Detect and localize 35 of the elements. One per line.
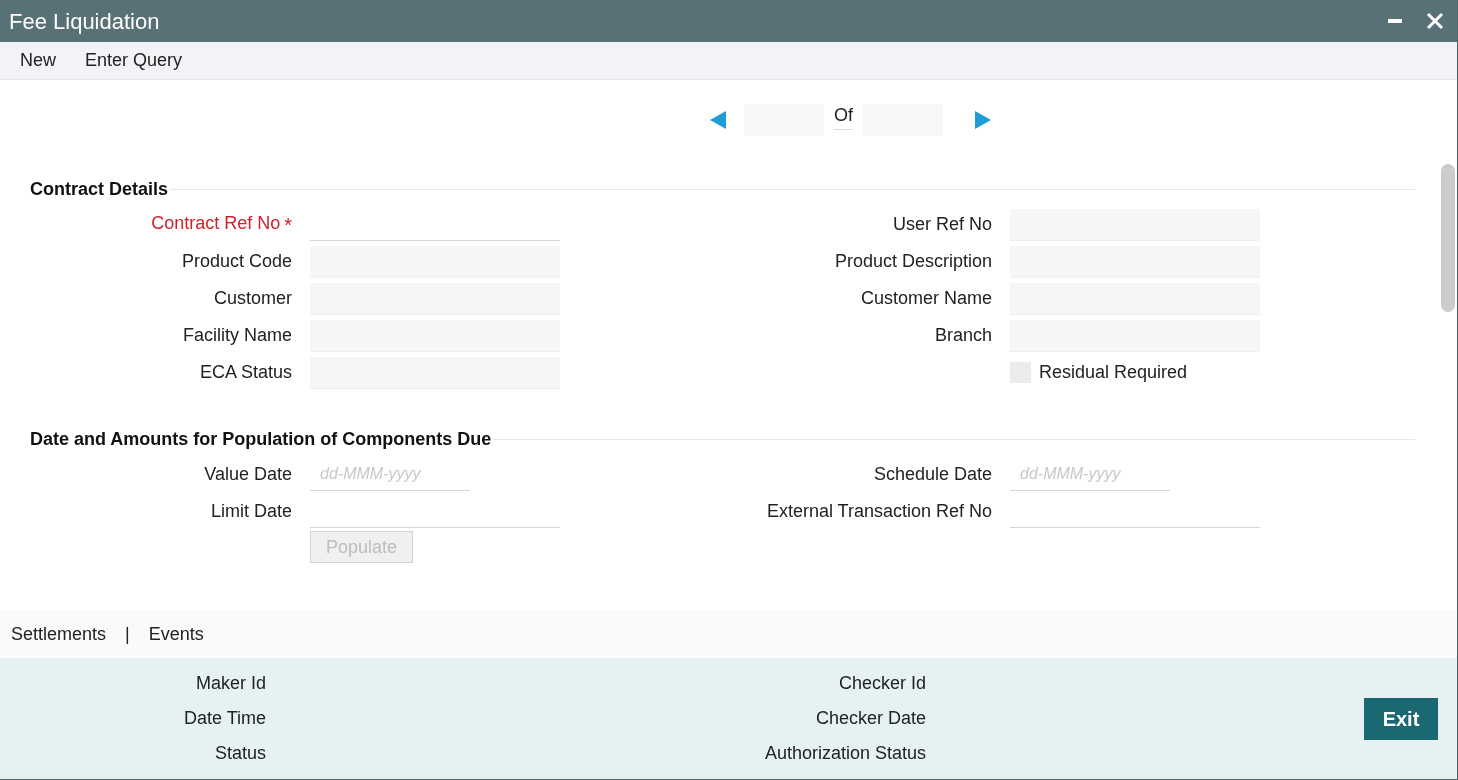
of-label: Of [834,102,853,130]
audit-label: Authorization Status [764,742,926,765]
field-label: External Transaction Ref No [766,500,992,523]
close-button[interactable] [1425,11,1445,31]
field-label: ECA Status [199,361,292,384]
field-label: Customer Name [860,287,992,310]
scrollbar-thumb[interactable] [1441,164,1455,312]
field-label: Facility Name [182,324,292,347]
field-label: Customer [213,287,292,310]
audit-label: Date Time [183,707,266,730]
field-label: Residual Required [1039,361,1188,384]
tab-separator: | [125,622,130,646]
previous-button[interactable] [710,111,726,129]
exit-button[interactable]: Exit [1364,697,1438,740]
required-mark: * [284,212,292,238]
field-label: Branch [934,324,992,347]
field-label: Product Code [181,250,292,273]
audit-label: Maker Id [195,672,266,695]
audit-label: Checker Date [815,707,926,730]
audit-label: Status [214,742,266,765]
section-title: Date and Amounts for Population of Components Due [30,428,492,451]
field-label: User Ref No [892,213,992,236]
menu-item[interactable]: New [20,47,56,74]
field-label: Limit Date [210,500,292,523]
field-label: Value Date [204,463,292,486]
field-label: Product Description [834,250,992,273]
field-label: Contract Ref No [151,211,281,235]
next-button[interactable] [975,111,991,129]
window-title: Fee Liquidation [9,7,160,36]
footer-tab[interactable]: Settlements [11,620,107,648]
menu-item[interactable]: Enter Query [85,47,183,74]
footer-tab[interactable]: Events [148,620,204,648]
field-label: Schedule Date [873,463,992,486]
audit-label: Checker Id [838,672,926,695]
section-title: Contract Details [30,178,169,201]
